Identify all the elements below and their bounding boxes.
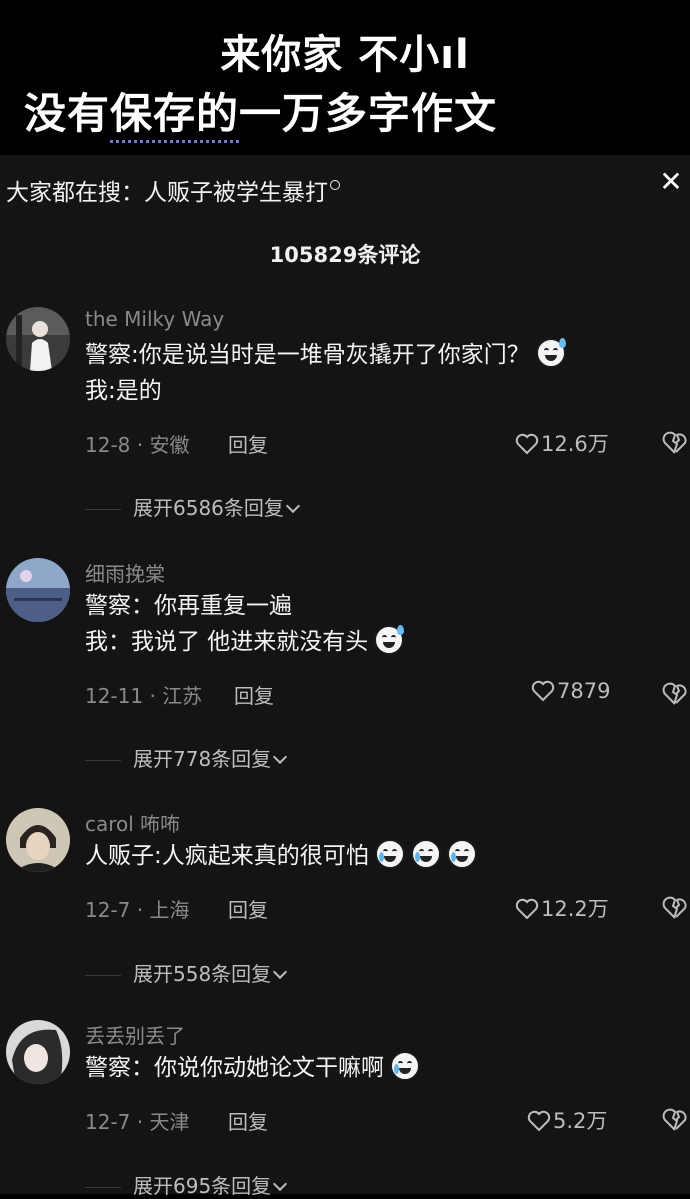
reply-button[interactable]: 回复 [228, 429, 268, 458]
caption-line-2-underlined: 保存的 [110, 89, 240, 143]
expand-replies-label: 展开6586条回复 [133, 496, 284, 520]
reply-button[interactable]: 回复 [228, 894, 268, 923]
like-count: 5.2万 [553, 1109, 608, 1133]
reply-button[interactable]: 回复 [234, 680, 274, 709]
avatar[interactable] [6, 307, 70, 371]
chevron-down-icon [273, 1176, 288, 1192]
search-suggestion[interactable]: 大家都在搜：人贩子被学生暴打 [6, 173, 340, 207]
chevron-down-icon [285, 498, 300, 514]
comment-line: 我：我说了 他进来就没有头 [85, 629, 369, 655]
close-icon[interactable]: ✕ [656, 167, 686, 197]
broken-heart-icon[interactable] [662, 1108, 688, 1132]
broken-heart-icon[interactable] [662, 682, 688, 706]
caption-line-2-suffix: 一万多字作文 [239, 89, 498, 138]
comment-line: 人贩子:人疯起来真的很可怕 [85, 843, 369, 869]
chevron-down-icon [273, 964, 288, 980]
expand-replies-label: 展开558条回复 [133, 962, 272, 986]
expand-replies-button[interactable]: 展开778条回复 [85, 743, 288, 772]
search-icon [330, 180, 340, 190]
caption-line-2-prefix: 没有 [24, 89, 111, 138]
heart-icon [527, 1110, 551, 1132]
comment-date-location: 12-7 · 天津 [85, 1110, 190, 1134]
broken-heart-icon[interactable] [662, 431, 688, 455]
avatar[interactable] [6, 558, 70, 622]
comment-line: 我:是的 [85, 378, 162, 404]
comment-text: 警察:你是说当时是一堆骨灰撬开了你家门？ 我:是的 [85, 337, 566, 409]
expand-replies-label: 展开695条回复 [133, 1174, 272, 1198]
like-button[interactable]: 12.2万 [515, 893, 609, 923]
comment-line: 警察：你再重复一遍 [85, 593, 292, 619]
search-suggestion-query[interactable]: 人贩子被学生暴打 [144, 180, 328, 206]
heart-icon [515, 898, 539, 920]
comment-line: 警察:你是说当时是一堆骨灰撬开了你家门？ [85, 342, 530, 368]
crying-emoji-icon [390, 1050, 420, 1081]
like-count: 7879 [557, 679, 611, 703]
comment-username[interactable]: 丢丢别丢了 [85, 1020, 185, 1049]
comment-username[interactable]: the Milky Way [85, 307, 224, 331]
expand-replies-button[interactable]: 展开558条回复 [85, 958, 288, 987]
broken-heart-icon[interactable] [662, 896, 688, 920]
heart-icon [531, 680, 555, 702]
expand-replies-label: 展开778条回复 [133, 747, 272, 771]
like-count: 12.2万 [541, 897, 609, 921]
like-button[interactable]: 5.2万 [527, 1105, 607, 1135]
crying-emoji-icon [410, 838, 441, 869]
grin-sweat-emoji-icon [535, 337, 566, 368]
comment-text: 人贩子:人疯起来真的很可怕 [85, 838, 477, 874]
comment-date-location: 12-8 · 安徽 [85, 433, 190, 457]
caption-line-2: 没有保存的一万多字作文 [24, 80, 498, 143]
comment-username[interactable]: carol 咘咘 [85, 808, 180, 837]
like-count: 12.6万 [541, 432, 609, 456]
avatar[interactable] [6, 808, 70, 872]
like-button[interactable]: 7879 [531, 679, 610, 703]
comment-date-location: 12-7 · 上海 [85, 898, 190, 922]
avatar[interactable] [6, 1020, 70, 1084]
comment-line: 警察：你说你动她论文干嘛啊 [85, 1055, 384, 1081]
chevron-down-icon [273, 749, 288, 765]
expand-replies-button[interactable]: 展开6586条回复 [85, 492, 300, 521]
heart-icon [515, 433, 539, 455]
comment-count: 105829条评论 [269, 243, 421, 267]
comment-text: 警察：你再重复一遍 我：我说了 他进来就没有头 [85, 588, 405, 660]
reply-button[interactable]: 回复 [228, 1106, 268, 1135]
comment-date-location: 12-11 · 江苏 [85, 684, 203, 708]
like-button[interactable]: 12.6万 [515, 428, 609, 458]
crying-emoji-icon [374, 838, 405, 869]
search-suggestion-prefix: 大家都在搜： [6, 180, 144, 206]
caption-line-1: 来你家 不小ıl [220, 32, 470, 78]
comment-sheet: 大家都在搜：人贩子被学生暴打 ✕ 105829条评论 the Milky Way… [0, 155, 690, 1198]
comment-username[interactable]: 细雨挽棠 [85, 558, 165, 587]
crying-emoji-icon [446, 838, 477, 869]
expand-replies-button[interactable]: 展开695条回复 [85, 1170, 288, 1199]
grin-sweat-emoji-icon [374, 624, 405, 655]
comment-text: 警察：你说你动她论文干嘛啊 [85, 1050, 420, 1086]
caption-banner: 来你家 不小ıl 没有保存的一万多字作文 [0, 0, 690, 155]
